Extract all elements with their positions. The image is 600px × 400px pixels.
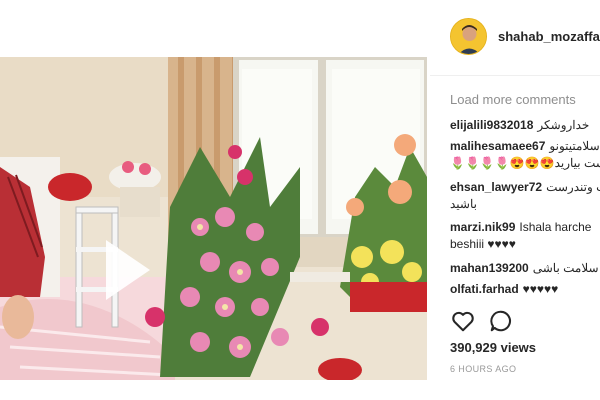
comment-text: سلامتیتونو: [549, 139, 600, 153]
comment-text-continued: 🌷🌷🌷🌷😍😍😍دست بیارید: [450, 156, 600, 170]
comment-item: marzi.nik99 Ishala harche beshiii ♥♥♥♥: [450, 219, 591, 253]
post-video[interactable]: [0, 57, 427, 380]
post-username[interactable]: shahab_mozaffari: [498, 29, 600, 44]
post-timestamp: 6 HOURS AGO: [450, 364, 517, 374]
comment-username[interactable]: marzi.nik99: [450, 220, 515, 234]
comment-username[interactable]: malihesamaee67: [450, 139, 545, 153]
comment-item: mahan139200 سلامت باشی: [450, 260, 599, 277]
post-sidebar: shahab_mozaffari Load more comments elij…: [430, 0, 600, 400]
avatar[interactable]: [450, 18, 487, 55]
view-count[interactable]: 390,929 views: [450, 340, 536, 355]
instagram-post-frame: shahab_mozaffari Load more comments elij…: [0, 0, 600, 400]
load-more-comments-link[interactable]: Load more comments: [450, 92, 576, 107]
comment-text: سلامت باشی: [532, 261, 599, 275]
video-frame-image: [0, 57, 427, 380]
comment-text: خداروشکر: [537, 118, 590, 132]
avatar-image: [451, 19, 486, 54]
comment-username[interactable]: ehsan_lawyer72: [450, 180, 542, 194]
post-header: shahab_mozaffari: [430, 0, 600, 76]
comment-bubble-icon[interactable]: [488, 308, 514, 334]
comment-item: elijalili9832018 خداروشکر: [450, 117, 589, 134]
comment-item: ehsan_lawyer72 ت وتندرست باشید: [450, 179, 600, 213]
comment-text: ت وتندرست: [546, 180, 600, 194]
comment-username[interactable]: olfati.farhad: [450, 282, 519, 296]
comment-text: Ishala harche: [519, 220, 592, 234]
comment-username[interactable]: elijalili9832018: [450, 118, 533, 132]
play-icon[interactable]: [106, 240, 150, 300]
comment-item: olfati.farhad ♥♥♥♥♥: [450, 281, 558, 298]
heart-icon[interactable]: [450, 308, 476, 334]
comment-text-continued: beshiii ♥♥♥♥: [450, 237, 516, 251]
comment-text-continued: باشید: [450, 197, 477, 211]
comment-text: ♥♥♥♥♥: [522, 282, 559, 296]
comment-item: malihesamaee67 سلامتیتونو 🌷🌷🌷🌷😍😍😍دست بیار…: [450, 138, 600, 172]
comment-username[interactable]: mahan139200: [450, 261, 529, 275]
